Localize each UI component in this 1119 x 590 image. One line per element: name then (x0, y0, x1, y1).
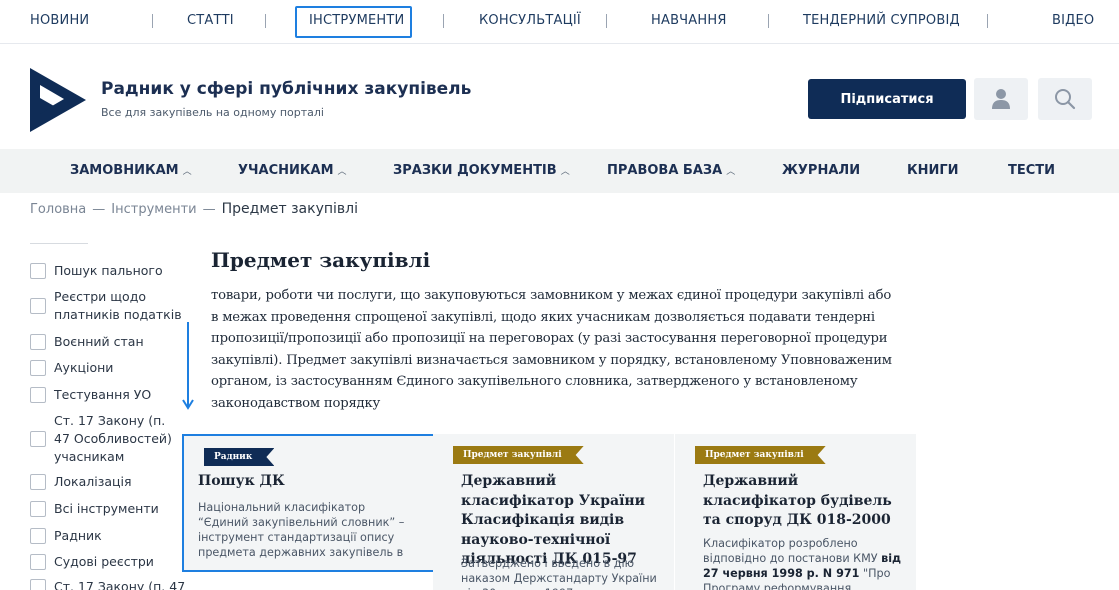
card-description: Класифікатор розроблено відповідно до по… (703, 536, 903, 590)
breadcrumb-home[interactable]: Головна (30, 202, 86, 217)
filter-label: Ст. 17 Закону (п. 47 (54, 579, 186, 590)
filter-label: Всі інструменти (54, 501, 159, 516)
card-description: Національний класифікатор “Єдиний закупі… (198, 501, 405, 559)
filter-item[interactable]: Радник (30, 527, 102, 545)
main-nav-journals[interactable]: ЖУРНАЛИ (782, 163, 860, 178)
checkbox[interactable] (30, 334, 46, 350)
tool-card-dk-018[interactable]: Предмет закупівлі Державний класифікатор… (675, 434, 916, 590)
top-nav-articles[interactable]: СТАТТІ (187, 13, 234, 28)
filter-label: Тестування УО (54, 387, 152, 402)
chevron-up-icon: ︿ (726, 167, 736, 177)
card-title[interactable]: Пошук ДК (198, 472, 418, 492)
breadcrumb: Головна — Інструменти — Предмет закупівлі (30, 201, 358, 217)
article-title: Предмет закупівлі (211, 248, 431, 272)
checkbox[interactable] (30, 431, 46, 447)
card-tag: Предмет закупівлі (453, 446, 584, 464)
main-nav: ЗАМОВНИКАМ ︿ УЧАСНИКАМ ︿ ЗРАЗКИ ДОКУМЕНТІВ… (0, 149, 1119, 193)
checkbox[interactable] (30, 579, 46, 590)
checkbox[interactable] (30, 263, 46, 279)
checkbox[interactable] (30, 387, 46, 403)
top-nav-training[interactable]: НАВЧАННЯ (651, 13, 727, 28)
breadcrumb-separator: — (92, 202, 106, 217)
card-title[interactable]: Державний класифікатор України Класифіка… (461, 472, 667, 570)
nav-separator (265, 14, 266, 28)
checkbox[interactable] (30, 360, 46, 376)
main-nav-label: ЗАМОВНИКАМ (70, 163, 179, 178)
main-nav-document-samples[interactable]: ЗРАЗКИ ДОКУМЕНТІВ ︿ (393, 163, 570, 178)
search-icon (1055, 89, 1076, 110)
user-icon (992, 89, 1010, 109)
top-nav-video[interactable]: ВІДЕО (1052, 13, 1094, 28)
main-nav-customers[interactable]: ЗАМОВНИКАМ ︿ (70, 163, 192, 178)
filter-item[interactable]: Аукціони (30, 359, 113, 377)
filter-label: Воєнний стан (54, 334, 144, 349)
main-nav-label: УЧАСНИКАМ (238, 163, 334, 178)
user-account-button[interactable] (974, 78, 1028, 120)
breadcrumb-separator: — (202, 202, 216, 217)
filter-label: Аукціони (54, 360, 114, 375)
chevron-up-icon: ︿ (560, 167, 570, 177)
top-nav-tender-support[interactable]: ТЕНДЕРНИЙ СУПРОВІД (803, 13, 960, 28)
checkbox[interactable] (30, 554, 46, 570)
nav-separator (987, 14, 988, 28)
checkbox[interactable] (30, 298, 46, 314)
chevron-up-icon: ︿ (337, 167, 347, 177)
card-tag: Предмет закупівлі (695, 446, 826, 464)
filter-item[interactable]: Пошук пального (30, 262, 163, 280)
main-nav-participants[interactable]: УЧАСНИКАМ ︿ (238, 163, 347, 178)
checkbox[interactable] (30, 501, 46, 517)
tool-card-dk-search[interactable]: Радник Пошук ДК Національний класифікато… (182, 434, 435, 572)
top-nav: НОВИНИ СТАТТІ ІНСТРУМЕНТИ КОНСУЛЬТАЦІЇ Н… (0, 0, 1119, 44)
main-nav-label: ПРАВОВА БАЗА (607, 163, 723, 178)
arrow-down-icon (182, 322, 194, 410)
card-title[interactable]: Державний класифікатор будівель та спору… (703, 472, 903, 531)
filter-item[interactable]: Локалізація (30, 473, 132, 491)
logo-icon[interactable] (30, 68, 86, 132)
main-nav-label: ЖУРНАЛИ (782, 163, 861, 178)
main-nav-label: ТЕСТИ (1008, 163, 1056, 178)
filter-item[interactable]: Судові реєстри (30, 553, 154, 571)
filter-item[interactable]: Тестування УО (30, 386, 151, 404)
filter-item[interactable]: Реєстри щодо платників податків (30, 288, 190, 324)
filter-item[interactable]: Ст. 17 Закону (п. 47 (30, 578, 185, 590)
nav-separator (606, 14, 607, 28)
card-description-part: Класифікатор розроблено відповідно до по… (703, 537, 882, 565)
filter-label: Пошук пального (54, 263, 163, 278)
article-text: товари, роботи чи послуги, що закуповуют… (211, 288, 892, 411)
filter-label: Локалізація (54, 474, 132, 489)
tool-card-dk-015[interactable]: Предмет закупівлі Державний класифікатор… (433, 434, 674, 590)
checkbox[interactable] (30, 474, 46, 490)
checkbox[interactable] (30, 528, 46, 544)
subscribe-button[interactable]: Підписатися (808, 79, 966, 119)
chevron-up-icon: ︿ (182, 167, 192, 177)
filter-label: Ст. 17 Закону (п. 47 Особливостей) учасн… (54, 413, 172, 464)
card-tag: Радник (204, 448, 274, 466)
filter-label: Реєстри щодо платників податків (54, 289, 182, 322)
breadcrumb-current: Предмет закупівлі (221, 201, 358, 217)
top-nav-consultations[interactable]: КОНСУЛЬТАЦІЇ (479, 13, 581, 28)
main-nav-label: ЗРАЗКИ ДОКУМЕНТІВ (393, 163, 557, 178)
filter-item[interactable]: Всі інструменти (30, 500, 159, 518)
filter-item[interactable]: Ст. 17 Закону (п. 47 Особливостей) учасн… (30, 412, 190, 466)
filter-label: Радник (54, 528, 102, 543)
top-nav-tools[interactable]: ІНСТРУМЕНТИ (309, 13, 404, 28)
filter-label: Судові реєстри (54, 554, 154, 569)
main-nav-legal-base[interactable]: ПРАВОВА БАЗА ︿ (607, 163, 735, 178)
nav-separator (443, 14, 444, 28)
search-button[interactable] (1038, 78, 1092, 120)
main-nav-books[interactable]: КНИГИ (907, 163, 959, 178)
top-nav-news[interactable]: НОВИНИ (30, 13, 89, 28)
main-nav-label: КНИГИ (907, 163, 959, 178)
filter-item[interactable]: Воєнний стан (30, 333, 144, 351)
site-subtitle: Все для закупівель на одному порталі (101, 106, 324, 119)
nav-separator (768, 14, 769, 28)
main-nav-tests[interactable]: ТЕСТИ (1008, 163, 1055, 178)
sidebar-divider (30, 243, 88, 244)
card-description: Затверджено і введено в дію наказом Держ… (461, 557, 657, 590)
nav-separator (152, 14, 153, 28)
site-title[interactable]: Радник у сфері публічних закупівель (101, 79, 471, 99)
breadcrumb-tools[interactable]: Інструменти (111, 202, 196, 217)
